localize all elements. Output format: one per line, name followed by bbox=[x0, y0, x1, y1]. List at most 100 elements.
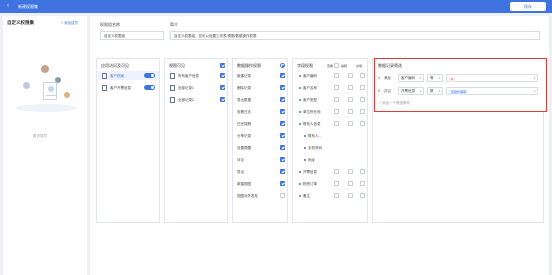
view-checkbox[interactable] bbox=[220, 85, 225, 90]
field-view-checkbox[interactable] bbox=[334, 181, 339, 186]
op-label: 分享记录 bbox=[237, 134, 251, 138]
view-perm-header: 查看 bbox=[327, 64, 334, 68]
fields-column-title: 字段权限 bbox=[297, 63, 313, 68]
field-type-icon bbox=[299, 123, 301, 125]
condition-compare-value: 是 bbox=[430, 89, 434, 93]
condition-number: 1 bbox=[378, 76, 380, 80]
field-type-icon bbox=[299, 195, 301, 197]
field-edit-checkbox[interactable] bbox=[348, 97, 353, 102]
condition-field-value: 开票信息 bbox=[401, 89, 415, 93]
name-label: 权限组名称 bbox=[100, 22, 120, 27]
op-checkbox[interactable] bbox=[280, 193, 285, 198]
op-checkbox[interactable] bbox=[280, 181, 285, 186]
field-label: 客户类型 bbox=[303, 98, 317, 102]
field-view-checkbox[interactable] bbox=[334, 193, 339, 198]
op-checkbox[interactable] bbox=[280, 121, 285, 126]
op-label: 删除记录 bbox=[237, 86, 251, 90]
ops-column: 数据操作权限 新建记录 删除记录 导出数据 查看日志 已完成删 分享记录 设置提… bbox=[232, 58, 288, 223]
view-icon bbox=[170, 73, 175, 79]
field-edit-checkbox[interactable] bbox=[348, 85, 353, 90]
op-label: 已完成删 bbox=[237, 122, 251, 126]
app-visible-toggle[interactable] bbox=[144, 73, 155, 78]
view-label: 全部记录1 bbox=[178, 86, 194, 90]
desc-input[interactable]: 自定义权限组，仅可以设置工作表/视图/数据操作权限 bbox=[170, 31, 540, 40]
ops-select-all-radio[interactable] bbox=[280, 63, 285, 68]
view-checkbox[interactable] bbox=[220, 97, 225, 102]
condition-compare-select[interactable]: 是 ▾ bbox=[427, 87, 443, 95]
record-filter-panel: 数据记录筛选 1 满足 客户编码 ▾ 等 ▾ A ▾ 2 并且 开票信息 ▾ 是 ▾ 高… bbox=[374, 58, 547, 112]
field-view-checkbox[interactable] bbox=[334, 85, 339, 90]
field-edit-checkbox[interactable] bbox=[348, 121, 353, 126]
op-checkbox[interactable] bbox=[280, 157, 285, 162]
field-required-checkbox[interactable] bbox=[360, 169, 365, 174]
fields-view-all-checkbox[interactable] bbox=[334, 63, 339, 68]
filter-condition-row: 1 满足 客户编码 ▾ 等 ▾ A ▾ bbox=[378, 74, 544, 83]
field-type-icon bbox=[299, 99, 301, 101]
field-required-checkbox[interactable] bbox=[360, 73, 365, 78]
field-view-checkbox[interactable] bbox=[334, 109, 339, 114]
field-edit-checkbox[interactable] bbox=[348, 109, 353, 114]
condition-field-select[interactable]: 客户编码 ▾ bbox=[398, 74, 424, 82]
condition-field-select[interactable]: 开票信息 ▾ bbox=[398, 87, 424, 95]
view-icon bbox=[170, 85, 175, 91]
op-label: 新建视图 bbox=[237, 182, 251, 186]
field-view-checkbox[interactable] bbox=[334, 169, 339, 174]
app-label: 客户开票信息 bbox=[110, 86, 131, 90]
field-required-checkbox[interactable] bbox=[360, 109, 365, 114]
op-checkbox[interactable] bbox=[280, 97, 285, 102]
op-checkbox[interactable] bbox=[280, 133, 285, 138]
name-input[interactable]: 自定义权限组 bbox=[100, 31, 164, 40]
field-required-checkbox[interactable] bbox=[360, 85, 365, 90]
condition-value-tag: 高级扩展项 bbox=[449, 89, 469, 95]
view-icon bbox=[170, 97, 175, 103]
op-checkbox[interactable] bbox=[280, 85, 285, 90]
condition-field-value: 客户编码 bbox=[401, 76, 415, 80]
field-view-checkbox[interactable] bbox=[334, 73, 339, 78]
ops-column-title: 数据操作权限 bbox=[237, 63, 261, 68]
field-required-checkbox[interactable] bbox=[360, 121, 365, 126]
field-view-checkbox[interactable] bbox=[334, 121, 339, 126]
chevron-left-icon[interactable]: ‹ bbox=[7, 3, 9, 9]
condition-value-input[interactable]: A ▾ bbox=[446, 74, 538, 82]
empty-members-caption: 暂无成员 bbox=[33, 134, 47, 138]
condition-operator: 满足 bbox=[384, 76, 391, 80]
field-required-checkbox[interactable] bbox=[360, 97, 365, 102]
app-visible-toggle[interactable] bbox=[144, 85, 155, 90]
view-checkbox[interactable] bbox=[220, 73, 225, 78]
required-perm-header: 必填 bbox=[356, 64, 363, 68]
fields-column: 字段权限 查看 编辑 必填 客户编码 客户名称 客户类型 单位所在地 联系人信息… bbox=[292, 58, 368, 223]
chevron-down-icon: ▾ bbox=[533, 89, 536, 93]
field-edit-checkbox[interactable] bbox=[348, 181, 353, 186]
field-required-checkbox[interactable] bbox=[360, 193, 365, 198]
view-label: 所有客户信息 bbox=[178, 74, 199, 78]
chevron-down-icon: ▾ bbox=[419, 76, 422, 80]
chevron-down-icon: ▾ bbox=[533, 76, 536, 80]
op-checkbox[interactable] bbox=[280, 73, 285, 78]
field-label: 客户名称 bbox=[303, 86, 317, 90]
apps-column: 应用访问及可见 客户档案 客户开票信息 bbox=[96, 58, 160, 223]
field-edit-checkbox[interactable] bbox=[348, 193, 353, 198]
desc-label: 简介 bbox=[170, 22, 178, 27]
add-member-link[interactable]: + 添加成员 bbox=[61, 21, 78, 26]
field-edit-checkbox[interactable] bbox=[348, 169, 353, 174]
op-checkbox[interactable] bbox=[280, 169, 285, 174]
field-label: 联系人... bbox=[308, 134, 322, 138]
top-bar: ‹ 新建权限集 保存 bbox=[0, 0, 552, 13]
field-required-checkbox[interactable] bbox=[360, 181, 365, 186]
save-button[interactable]: 保存 bbox=[510, 2, 546, 11]
op-checkbox[interactable] bbox=[280, 109, 285, 114]
view-label: 全部记录2 bbox=[178, 98, 194, 102]
field-view-checkbox[interactable] bbox=[334, 97, 339, 102]
op-checkbox[interactable] bbox=[280, 145, 285, 150]
op-label: 视图对外发布 bbox=[237, 194, 258, 198]
condition-value-tag: A bbox=[449, 76, 456, 82]
add-condition-button[interactable]: + 添加一个筛选条件 bbox=[379, 101, 410, 106]
field-edit-checkbox[interactable] bbox=[348, 73, 353, 78]
field-type-icon bbox=[299, 171, 301, 173]
filter-condition-row: 2 并且 开票信息 ▾ 是 ▾ 高级扩展项 ▾ bbox=[378, 87, 544, 96]
field-label: 开票信息 bbox=[303, 170, 317, 174]
field-type-icon bbox=[304, 135, 306, 137]
condition-value-input[interactable]: 高级扩展项 ▾ bbox=[446, 87, 538, 95]
views-select-all-checkbox[interactable] bbox=[220, 63, 225, 68]
condition-compare-select[interactable]: 等 ▾ bbox=[427, 74, 443, 82]
